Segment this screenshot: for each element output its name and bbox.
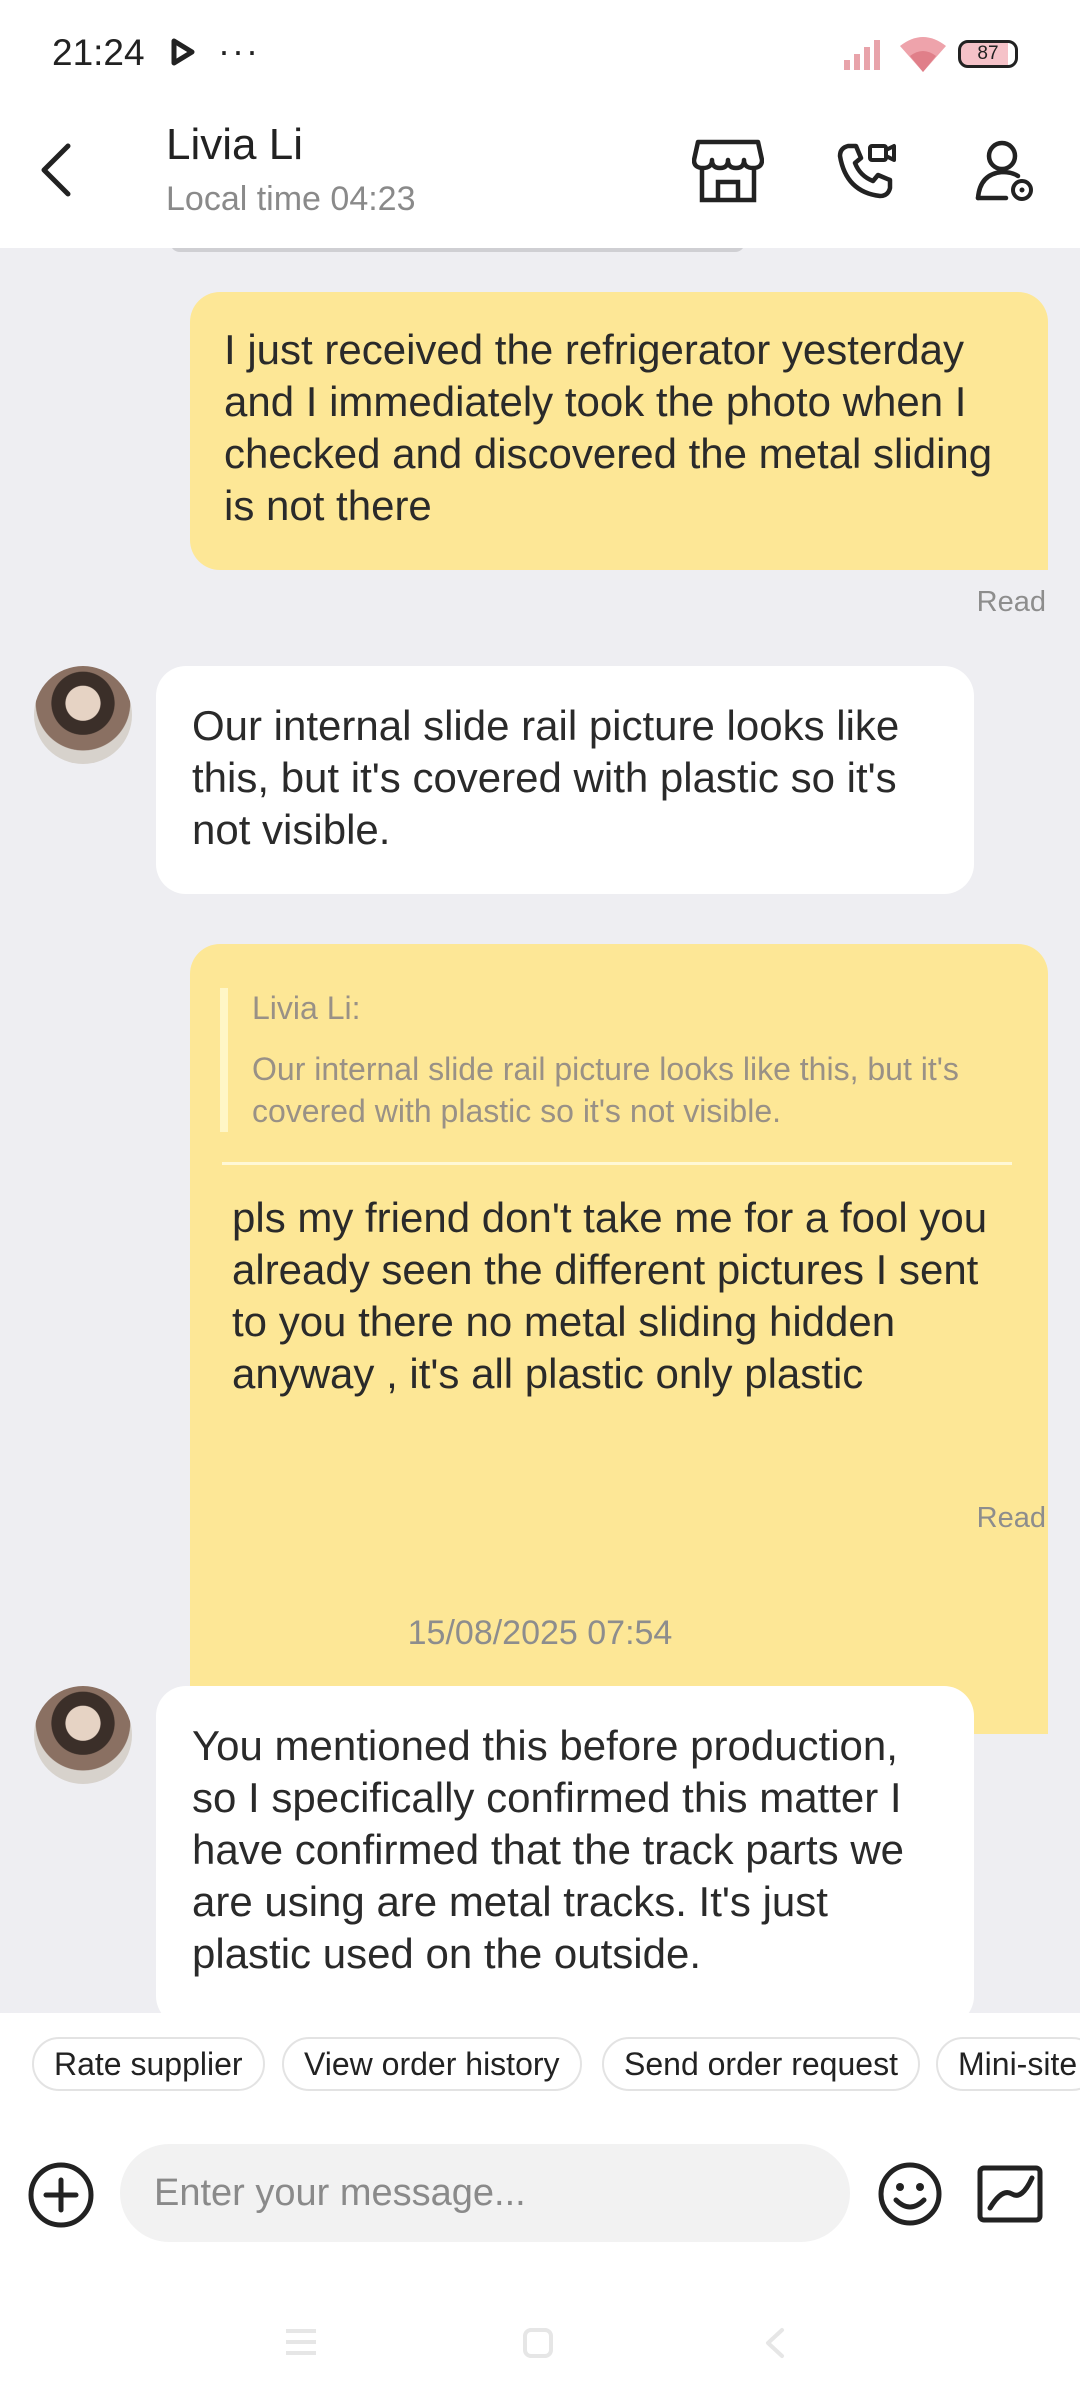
incoming-message[interactable]: Our internal slide rail picture looks li… (156, 666, 974, 894)
message-text: Our internal slide rail picture looks li… (192, 702, 900, 853)
more-notifications-icon: ··· (218, 30, 260, 71)
outgoing-message[interactable]: I just received the refrigerator yesterd… (190, 292, 1048, 570)
contact-name: Livia Li (166, 120, 303, 169)
status-bar: 21:24 ··· 87 (0, 0, 1080, 100)
quote-text: Our internal slide rail picture looks li… (252, 1051, 959, 1129)
view-order-history-chip[interactable]: View order history (282, 2037, 582, 2091)
play-icon (170, 38, 196, 71)
message-text: I just received the refrigerator yesterd… (224, 326, 993, 529)
back-arrow-icon[interactable] (30, 140, 90, 200)
reply-text: pls my friend don't take me for a fool y… (232, 1194, 988, 1397)
chat-header: Livia Li Local time 04:23 (0, 100, 1080, 248)
image-icon[interactable] (976, 2164, 1044, 2224)
mini-site-chip[interactable]: Mini-site (936, 2037, 1080, 2091)
rate-supplier-chip[interactable]: Rate supplier (32, 2037, 265, 2091)
chat-screen: 21:24 ··· 87 Livia Li Local time 04:23 I… (0, 0, 1080, 2400)
video-call-icon[interactable] (826, 130, 906, 210)
composer-bar (0, 2117, 1080, 2277)
contact-avatar[interactable] (34, 1686, 132, 1784)
signal-icon (842, 36, 888, 75)
read-status: Read (976, 586, 1046, 618)
previous-image-edge (170, 248, 745, 252)
wifi-icon (898, 34, 948, 77)
system-nav-bar (0, 2277, 1080, 2400)
contact-settings-icon[interactable] (966, 130, 1046, 210)
home-nav-icon[interactable] (522, 2327, 554, 2364)
quoted-message[interactable]: Livia Li: Our internal slide rail pictur… (220, 988, 980, 1132)
store-icon[interactable] (688, 130, 768, 210)
message-list[interactable]: I just received the refrigerator yesterd… (0, 248, 1080, 2013)
read-status: Read (976, 1502, 1046, 1534)
message-text: You mentioned this before production, so… (192, 1722, 905, 1977)
message-input[interactable] (154, 2171, 850, 2215)
menu-nav-icon[interactable] (284, 2327, 318, 2362)
contact-local-time: Local time 04:23 (166, 180, 416, 218)
back-nav-icon[interactable] (762, 2327, 786, 2364)
quick-actions-bar: Rate supplier View order history Send or… (0, 2013, 1080, 2117)
message-input-box[interactable] (120, 2144, 850, 2242)
quote-author: Livia Li: (252, 990, 361, 1026)
battery-icon: 87 (958, 40, 1018, 68)
status-time: 21:24 (52, 32, 145, 73)
emoji-icon[interactable] (876, 2160, 944, 2228)
add-attachment-icon[interactable] (26, 2160, 96, 2230)
incoming-message[interactable]: You mentioned this before production, so… (156, 1686, 974, 2013)
quote-divider (222, 1162, 1012, 1165)
send-order-request-chip[interactable]: Send order request (602, 2037, 920, 2091)
date-separator: 15/08/2025 07:54 (407, 1614, 673, 1652)
contact-avatar[interactable] (34, 666, 132, 764)
